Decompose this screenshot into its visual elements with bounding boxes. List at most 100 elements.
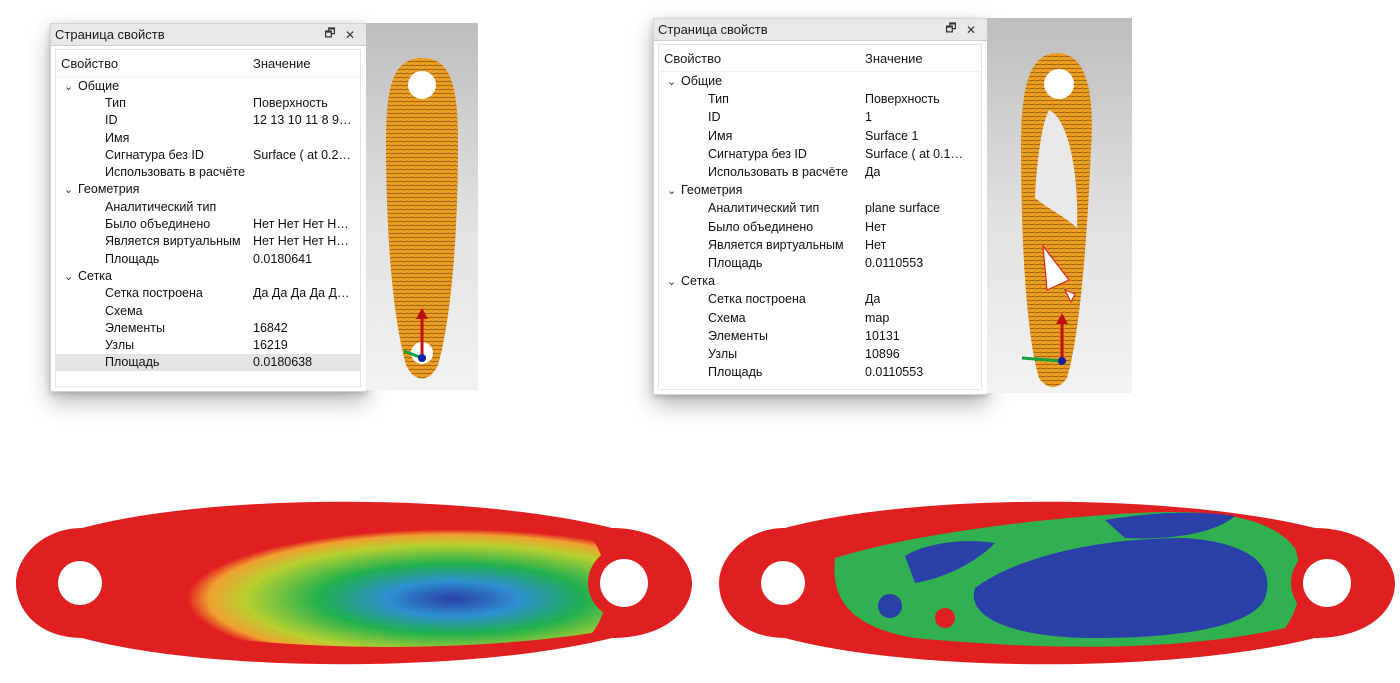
- property-label: Тип: [708, 92, 729, 107]
- property-value: 16219: [253, 338, 288, 353]
- property-row[interactable]: Использовать в расчёте: [56, 163, 360, 180]
- property-label: Является виртуальным: [105, 234, 241, 249]
- group-label: ⌄ Геометрия: [659, 183, 865, 197]
- property-value: 1: [865, 110, 872, 125]
- column-header-value[interactable]: Значение: [253, 56, 311, 71]
- property-label: Тип: [105, 95, 126, 110]
- property-row[interactable]: Было объединено Нет: [659, 218, 981, 236]
- property-row[interactable]: Аналитический тип plane surface: [659, 199, 981, 217]
- property-value: 10131: [865, 328, 900, 343]
- property-label: Было объединено: [105, 217, 211, 232]
- property-row[interactable]: Тип Поверхность: [56, 94, 360, 111]
- group-row-3[interactable]: ⌄ Сетка: [56, 267, 360, 284]
- group-name: Геометрия: [78, 182, 140, 197]
- property-value: 0.0180641: [253, 251, 313, 266]
- column-header-property[interactable]: Свойство: [56, 56, 253, 71]
- property-row[interactable]: Схема map: [659, 308, 981, 326]
- property-value: Surface ( at 0.1…: [865, 146, 963, 161]
- property-label: Сигнатура без ID: [105, 147, 204, 162]
- viewport-3d-2[interactable]: [987, 18, 1132, 393]
- stress-contour-2: [715, 488, 1395, 678]
- column-header-value[interactable]: Значение: [865, 51, 923, 66]
- viewport-3d-1[interactable]: [366, 23, 478, 390]
- axis-z-dot: [1058, 357, 1066, 365]
- hole-right-inner: [1303, 559, 1351, 607]
- property-row[interactable]: Сетка построена Да: [659, 290, 981, 308]
- chevron-down-icon[interactable]: ⌄: [64, 80, 78, 93]
- group-row-2[interactable]: ⌄ Геометрия: [659, 181, 981, 199]
- group-row-1[interactable]: ⌄ Общие: [659, 72, 981, 90]
- restore-icon[interactable]: 🗗: [320, 24, 340, 45]
- property-row[interactable]: Аналитический тип: [56, 198, 360, 215]
- close-icon[interactable]: ✕: [961, 23, 981, 37]
- property-row[interactable]: Имя Surface 1: [659, 127, 981, 145]
- property-row[interactable]: Узлы 10896: [659, 345, 981, 363]
- property-label: Площадь: [105, 355, 160, 370]
- table-header: Свойство Значение: [56, 50, 360, 77]
- chevron-down-icon[interactable]: ⌄: [64, 183, 78, 196]
- property-row[interactable]: ID 1: [659, 108, 981, 126]
- property-value: map: [865, 310, 890, 325]
- property-row[interactable]: Элементы 16842: [56, 319, 360, 336]
- property-label: ID: [708, 110, 721, 125]
- close-icon[interactable]: ✕: [340, 28, 360, 42]
- property-value: 0.0180638: [253, 355, 313, 370]
- mesh-model-1: [386, 58, 458, 379]
- property-value: Нет Нет Нет Н…: [253, 217, 349, 232]
- property-row[interactable]: Использовать в расчёте Да: [659, 163, 981, 181]
- property-row[interactable]: Сетка построена Да Да Да Да Д…: [56, 285, 360, 302]
- hole-top: [408, 71, 436, 99]
- property-label: Схема: [105, 303, 143, 318]
- property-row[interactable]: Является виртуальным Нет Нет Нет Н…: [56, 233, 360, 250]
- group-row-2[interactable]: ⌄ Геометрия: [56, 181, 360, 198]
- property-row[interactable]: Было объединено Нет Нет Нет Н…: [56, 215, 360, 232]
- group-row-1[interactable]: ⌄ Общие: [56, 77, 360, 94]
- property-table: Свойство Значение ⌄ Общие Тип Поверхность ID 1 И…: [658, 44, 982, 390]
- property-label: Было объединено: [708, 219, 814, 234]
- chevron-down-icon[interactable]: ⌄: [667, 275, 681, 288]
- property-value: 16842: [253, 320, 288, 335]
- property-value: Да: [865, 165, 881, 180]
- table-header: Свойство Значение: [659, 45, 981, 72]
- property-row[interactable]: Площадь 0.0110553: [659, 363, 981, 381]
- property-value: Да Да Да Да Д…: [253, 286, 350, 301]
- restore-icon[interactable]: 🗗: [941, 19, 961, 40]
- group-name: Общие: [78, 78, 120, 93]
- property-value: Surface 1: [865, 128, 919, 143]
- chevron-down-icon[interactable]: ⌄: [667, 184, 681, 197]
- group-row-3[interactable]: ⌄ Сетка: [659, 272, 981, 290]
- property-label: Схема: [708, 310, 746, 325]
- property-row[interactable]: Является виртуальным Нет: [659, 236, 981, 254]
- property-label: Сигнатура без ID: [708, 146, 807, 161]
- property-label: Аналитический тип: [105, 199, 217, 214]
- chevron-down-icon[interactable]: ⌄: [64, 270, 78, 283]
- property-row[interactable]: Сигнатура без ID Surface ( at 0.1…: [659, 145, 981, 163]
- property-value: 10896: [865, 346, 900, 361]
- property-row[interactable]: Элементы 10131: [659, 327, 981, 345]
- contour-red-small: [935, 608, 955, 628]
- property-label: Использовать в расчёте: [105, 165, 246, 180]
- property-row[interactable]: Площадь 0.0180641: [56, 250, 360, 267]
- property-label: Аналитический тип: [708, 201, 820, 216]
- panel-titlebar: Страница свойств 🗗 ✕: [654, 19, 987, 41]
- property-row[interactable]: Тип Поверхность: [659, 90, 981, 108]
- property-row[interactable]: Площадь 0.0110553: [659, 254, 981, 272]
- group-name: Сетка: [681, 274, 715, 289]
- property-value: Нет: [865, 237, 887, 252]
- property-label: Сетка построена: [105, 286, 203, 301]
- column-header-property[interactable]: Свойство: [659, 51, 865, 66]
- group-name: Геометрия: [681, 183, 743, 198]
- property-label: Узлы: [105, 338, 135, 353]
- property-row[interactable]: Площадь 0.0180638: [56, 353, 360, 372]
- property-row[interactable]: Схема: [56, 302, 360, 319]
- property-row[interactable]: Узлы 16219: [56, 336, 360, 353]
- contour-blue-small: [878, 594, 902, 618]
- property-label: Площадь: [708, 365, 763, 380]
- property-label: Имя: [105, 130, 130, 145]
- property-row[interactable]: Имя: [56, 129, 360, 146]
- hole-top: [1044, 69, 1074, 99]
- property-row[interactable]: ID 12 13 10 11 8 9…: [56, 112, 360, 129]
- property-row[interactable]: Сигнатура без ID Surface ( at 0.2…: [56, 146, 360, 163]
- chevron-down-icon[interactable]: ⌄: [667, 75, 681, 88]
- property-value: Нет: [865, 219, 887, 234]
